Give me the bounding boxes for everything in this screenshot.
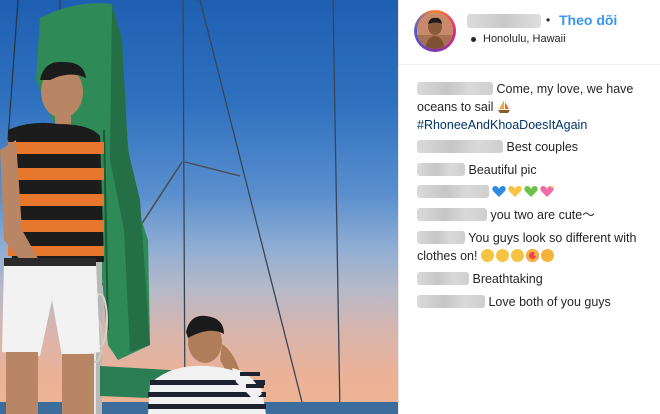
comment-item: user2 Beautiful pic xyxy=(417,161,655,179)
kissing-face-icon xyxy=(540,249,554,262)
avatar[interactable] xyxy=(414,10,456,52)
heart-eyes-face-icon xyxy=(525,249,539,262)
grinning-face-icon xyxy=(480,249,494,262)
comment-item: user1 Best couples xyxy=(417,138,655,156)
comment-author[interactable]: user5 xyxy=(417,231,465,244)
comment-item: user4 you two are cute～ xyxy=(417,206,655,224)
comment-item: user3 xyxy=(417,183,655,201)
location-link[interactable]: Honolulu, Hawaii xyxy=(483,33,566,45)
follow-separator: • xyxy=(546,13,551,27)
comment-author[interactable]: user1 xyxy=(417,140,503,153)
avatar-photo xyxy=(417,13,453,49)
grinning-face-icon xyxy=(510,249,524,262)
caption-hashtag[interactable]: #RhoneeAndKhoaDoesItAgain xyxy=(417,118,587,132)
follow-button[interactable]: Theo dõi xyxy=(559,12,617,28)
comment-author[interactable]: nhandanh xyxy=(417,82,493,95)
username-link[interactable]: nhandanh xyxy=(467,14,541,28)
caption-text-line2: oceans to sail xyxy=(417,100,494,114)
comment-author[interactable]: user6 xyxy=(417,272,469,285)
comment-text: Breathtaking xyxy=(472,272,543,286)
comment-text-line1: You guys look so different with xyxy=(468,231,637,245)
post-caption: nhandanh Come, my love, we have oceans t… xyxy=(417,80,655,134)
blue-heart-icon xyxy=(492,186,507,197)
comment-item: user7 Love both of you guys xyxy=(417,293,655,311)
comment-text: Best couples xyxy=(506,140,579,154)
post-header: nhandanh • Theo dõi Honolulu, Hawaii xyxy=(399,0,660,65)
comment-author[interactable]: user3 xyxy=(417,185,489,198)
comment-author[interactable]: user2 xyxy=(417,163,465,176)
sparkling-heart-icon xyxy=(540,185,555,197)
comment-item: user6 Breathtaking xyxy=(417,270,655,288)
post-sidebar: nhandanh • Theo dõi Honolulu, Hawaii nha… xyxy=(399,0,660,414)
comment-author[interactable]: user7 xyxy=(417,295,485,308)
instagram-post: nhandanh • Theo dõi Honolulu, Hawaii nha… xyxy=(0,0,660,414)
comment-text: Beautiful pic xyxy=(468,163,537,177)
yellow-heart-icon xyxy=(508,186,523,197)
grinning-face-icon xyxy=(495,249,509,262)
comment-author[interactable]: user4 xyxy=(417,208,487,221)
comment-item: user5 You guys look so different with cl… xyxy=(417,229,655,265)
green-heart-icon xyxy=(524,186,539,197)
comment-text: Love both of you guys xyxy=(488,295,611,309)
photo-scene xyxy=(0,0,398,414)
caption-text-line1: Come, my love, we have xyxy=(496,82,634,96)
sailboat-emoji-icon xyxy=(497,100,510,113)
location-dot-icon xyxy=(471,37,476,42)
post-photo[interactable] xyxy=(0,0,398,414)
comment-text-line2: clothes on! xyxy=(417,249,478,263)
comment-text: you two are cute～ xyxy=(490,208,595,222)
